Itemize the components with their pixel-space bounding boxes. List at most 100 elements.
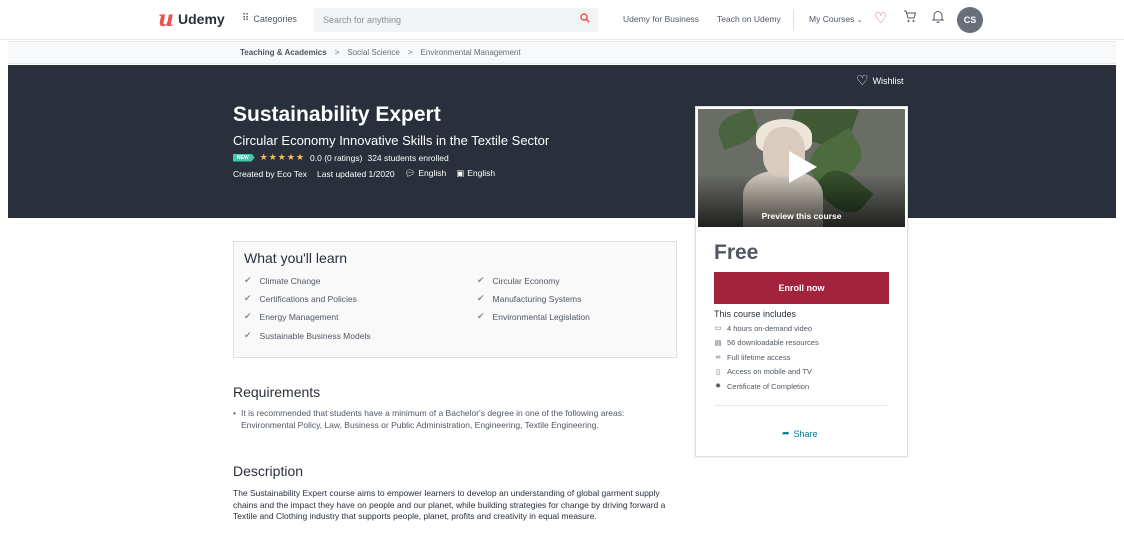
speech-bubble-icon: 💬︎ — [404, 168, 416, 178]
course-preview-video[interactable]: Preview this course — [698, 109, 905, 227]
preview-label: Preview this course — [761, 211, 842, 221]
header-divider — [793, 9, 794, 31]
udemy-logo-icon: u — [158, 6, 174, 32]
file-icon: ▤ — [714, 339, 722, 347]
top-header: u Udemy ⠿ Categories Udemy for Business … — [0, 0, 1124, 40]
learn-item-text: Energy Management — [259, 311, 339, 322]
categories-button[interactable]: ⠿ Categories — [242, 13, 297, 24]
list-item: ∞ Full lifetime access — [714, 350, 819, 365]
creator-row: Created by Eco Tex Last updated 1/2020 💬… — [233, 168, 495, 179]
includes-title: This course includes — [714, 309, 797, 319]
breadcrumb-item-social-science[interactable]: Social Science — [347, 48, 399, 57]
check-icon: ✔ — [477, 311, 485, 321]
includes-list: ▭ 4 hours on-demand video ▤ 56 downloadabl… — [714, 321, 819, 394]
infinity-icon: ∞ — [715, 353, 721, 361]
learn-item-text: Certifications and Policies — [259, 293, 357, 304]
breadcrumb: Teaching & Academics > Social Science > … — [8, 41, 1116, 64]
video-icon: ▭ — [714, 325, 722, 333]
share-button[interactable]: ➦ Share — [782, 428, 818, 439]
created-by[interactable]: Created by Eco Tex — [233, 169, 307, 179]
teach-on-udemy-link[interactable]: Teach on Udemy — [717, 14, 781, 24]
audio-language-label: English — [418, 168, 447, 178]
list-item: ✔ Manufacturing Systems — [477, 293, 581, 304]
include-text: Access on mobile and TV — [727, 367, 812, 377]
udemy-logo[interactable]: u Udemy — [158, 6, 225, 32]
share-arrow-icon: ➦ — [782, 428, 790, 438]
enroll-now-button[interactable]: Enroll now — [714, 272, 889, 304]
include-text: Full lifetime access — [727, 352, 791, 362]
new-badge: NEW — [233, 153, 255, 162]
list-item: ✔ Sustainable Business Models — [244, 330, 371, 341]
mobile-icon: ▯ — [716, 368, 720, 376]
cart-icon[interactable] — [903, 10, 917, 26]
learn-item-text: Sustainable Business Models — [259, 330, 371, 341]
check-icon: ✔ — [244, 311, 252, 321]
list-item: ▯ Access on mobile and TV — [714, 365, 819, 380]
check-icon: ✔ — [477, 275, 485, 285]
search-icon[interactable] — [580, 13, 590, 26]
include-text: 56 downloadable resources — [727, 338, 819, 348]
breadcrumb-separator: > — [334, 48, 340, 57]
course-title: Sustainability Expert — [233, 103, 441, 126]
list-item: ✔ Climate Change — [244, 275, 321, 286]
learn-item-text: Circular Economy — [492, 275, 560, 286]
list-item: ▭ 4 hours on-demand video — [714, 321, 819, 336]
audio-language: 💬︎ English — [405, 168, 447, 179]
bullet-icon: • — [233, 408, 236, 418]
caption-language-label: English — [467, 168, 496, 178]
rating-row: NEW ★★★★★ 0.0 (0 ratings) 324 students e… — [233, 152, 449, 163]
rating-text[interactable]: 0.0 (0 ratings) — [310, 153, 362, 163]
wishlist-label: Wishlist — [872, 75, 904, 86]
include-text: 4 hours on-demand video — [727, 323, 813, 333]
wishlist-heart-icon[interactable]: ♡ — [874, 9, 887, 27]
include-text: Certificate of Completion — [727, 381, 810, 391]
my-courses-button[interactable]: My Courses ⌄ — [809, 14, 863, 24]
search-bar — [314, 8, 598, 32]
search-input[interactable] — [314, 8, 564, 32]
certificate-icon: ✹ — [715, 383, 721, 391]
my-courses-label: My Courses — [809, 14, 855, 24]
user-avatar[interactable]: CS — [957, 7, 983, 33]
check-icon: ✔ — [244, 330, 252, 340]
learn-item-text: Manufacturing Systems — [492, 293, 582, 304]
last-updated: Last updated 1/2020 — [317, 168, 395, 179]
logo-text: Udemy — [178, 11, 225, 27]
udemy-for-business-link[interactable]: Udemy for Business — [623, 14, 699, 24]
closed-caption-icon: ▣ — [456, 168, 465, 178]
list-item: ✔ Energy Management — [244, 311, 338, 322]
course-purchase-card: Preview this course Free Enroll now This… — [695, 106, 908, 457]
learn-item-text: Climate Change — [259, 275, 321, 286]
list-item: ✔ Certifications and Policies — [244, 293, 357, 304]
notification-bell-icon[interactable] — [931, 10, 945, 26]
description-title: Description — [233, 463, 304, 479]
check-icon: ✔ — [477, 293, 485, 303]
categories-label: Categories — [253, 13, 297, 24]
course-hero — [8, 65, 1116, 218]
check-icon: ✔ — [244, 275, 252, 285]
play-icon[interactable] — [785, 149, 819, 185]
requirement-item: • It is recommended that students have a… — [233, 408, 678, 431]
heart-icon: ♡ — [856, 72, 869, 88]
learn-item-text: Environmental Legislation — [492, 311, 590, 322]
card-divider — [714, 405, 887, 406]
caption-language: ▣ English — [456, 168, 495, 179]
star-rating-icon: ★★★★★ — [259, 152, 306, 162]
description-text: The Sustainability Expert course aims to… — [233, 488, 666, 521]
grid-icon: ⠿ — [242, 13, 250, 24]
share-label: Share — [793, 428, 818, 439]
list-item: ▤ 56 downloadable resources — [714, 336, 819, 351]
chevron-down-icon: ⌄ — [856, 17, 863, 24]
students-enrolled: 324 students enrolled — [367, 152, 449, 163]
what-you-will-learn-box: What you'll learn ✔ Climate Change ✔ Certi… — [233, 241, 677, 358]
wishlist-button[interactable]: ♡ Wishlist — [856, 72, 904, 89]
list-item: ✔ Environmental Legislation — [477, 311, 590, 322]
requirements-title: Requirements — [233, 384, 321, 400]
breadcrumb-separator: > — [407, 48, 413, 57]
check-icon: ✔ — [244, 293, 252, 303]
breadcrumb-item-environmental-management[interactable]: Environmental Management — [421, 48, 521, 57]
list-item: ✔ Circular Economy — [477, 275, 560, 286]
learn-title: What you'll learn — [244, 250, 348, 266]
course-subtitle: Circular Economy Innovative Skills in th… — [233, 133, 550, 148]
breadcrumb-item-teaching[interactable]: Teaching & Academics — [240, 48, 327, 57]
list-item: ✹ Certificate of Completion — [714, 379, 819, 394]
